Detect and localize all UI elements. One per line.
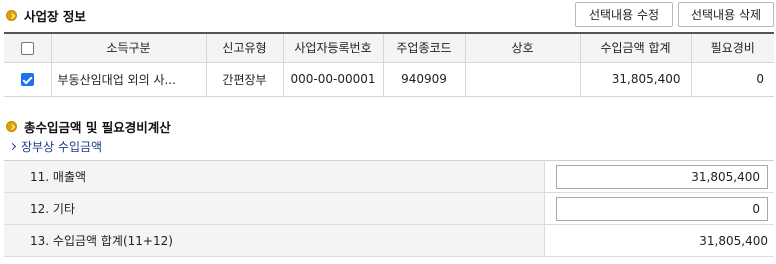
revenue-total-value: 31,805,400 [544,224,774,257]
calc-value-cell [544,160,774,193]
business-table: 소득구분 신고유형 사업자등록번호 주업종코드 상호 수입금액 합계 필요경비 … [4,32,774,97]
chevron-right-icon [8,142,17,151]
section-calc-title: 총수입금액 및 필요경비계산 [24,120,171,135]
calc-label-sales: 11. 매출액 [4,160,545,193]
revenue-calc-table: 11. 매출액 12. 기타 13. 수입금액 합계(11+12) 31,805… [4,160,774,257]
delete-selected-button[interactable]: 선택내용 삭제 [678,2,774,27]
col-report-type: 신고유형 [205,33,284,63]
section-business-header: 사업장 정보 [6,6,86,25]
col-revenue-total: 수입금액 합계 [579,33,692,63]
col-income-type: 소득구분 [50,33,207,63]
calc-row-other: 12. 기타 [4,192,774,225]
cell-income-type: 부동산임대업 외의 사... [50,61,207,97]
section-calc-header: 총수입금액 및 필요경비계산 [6,117,171,136]
cell-reg-no: 000-00-00001 [282,61,384,97]
calc-value-cell [544,192,774,225]
cell-expenses: 0 [690,61,774,97]
calc-row-sales: 11. 매출액 [4,160,774,193]
col-trade-name: 상호 [464,33,581,63]
cell-revenue-total: 31,805,400 [579,61,692,97]
section-bullet-icon [6,121,17,132]
select-all-cell [4,33,52,63]
other-amount-input[interactable] [556,196,768,221]
section-business-title: 사업장 정보 [24,9,86,24]
business-table-header: 소득구분 신고유형 사업자등록번호 주업종코드 상호 수입금액 합계 필요경비 [4,33,774,63]
col-reg-no: 사업자등록번호 [282,33,384,63]
table-row[interactable]: 부동산임대업 외의 사... 간편장부 000-00-00001 940909 … [4,61,774,97]
book-revenue-subtitle: 장부상 수입금액 [8,138,103,155]
calc-row-total: 13. 수입금액 합계(11+12) 31,805,400 [4,224,774,257]
book-revenue-subtitle-text: 장부상 수입금액 [21,140,103,154]
edit-selected-button[interactable]: 선택내용 수정 [575,2,673,27]
cell-trade-name [464,61,581,97]
sales-amount-input[interactable] [556,164,768,189]
cell-report-type: 간편장부 [205,61,284,97]
col-industry-code: 주업종코드 [382,33,466,63]
row-select-cell [4,61,52,97]
calc-label-total: 13. 수입금액 합계(11+12) [4,224,545,257]
calc-label-other: 12. 기타 [4,192,545,225]
row-checkbox[interactable] [20,73,34,86]
select-all-checkbox[interactable] [20,41,34,55]
section-bullet-icon [6,10,17,21]
col-expenses: 필요경비 [690,33,774,63]
cell-industry-code: 940909 [382,61,466,97]
